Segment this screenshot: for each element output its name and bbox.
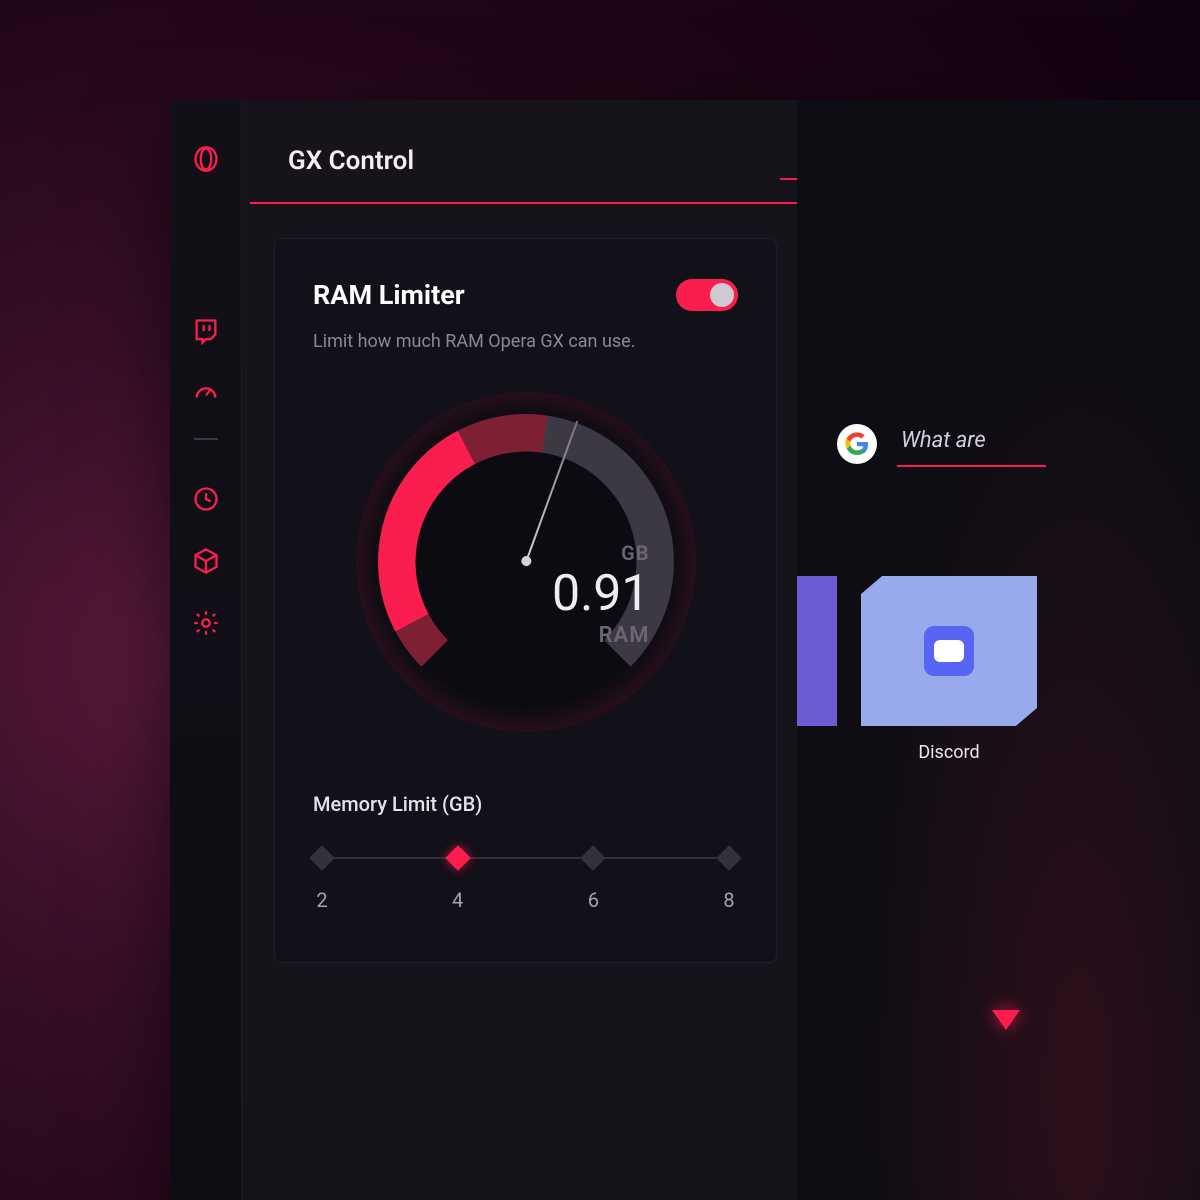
gauge-readout: GB 0.91 RAM <box>552 541 650 648</box>
slider-tick-4[interactable] <box>445 845 470 870</box>
slider-label: 4 <box>449 888 467 912</box>
main-area: GX Control RAM Limiter Limit how much RA… <box>242 100 1200 1200</box>
gear-icon[interactable] <box>170 592 242 654</box>
gauge-label: RAM <box>552 623 650 648</box>
card-description: Limit how much RAM Opera GX can use. <box>313 331 738 352</box>
cursor-indicator-icon <box>992 1010 1020 1030</box>
opera-logo-icon[interactable] <box>170 128 242 190</box>
panel-title: GX Control <box>242 100 797 202</box>
memory-limit-title: Memory Limit (GB) <box>313 792 738 816</box>
card-title: RAM Limiter <box>313 279 465 311</box>
speed-dial-discord[interactable] <box>861 576 1037 726</box>
memory-limit-slider[interactable] <box>313 846 738 870</box>
cube-icon[interactable] <box>170 530 242 592</box>
slider-tick-8[interactable] <box>716 845 741 870</box>
gauge-icon[interactable] <box>170 362 242 424</box>
start-page: What are Discord <box>797 100 1200 1200</box>
gauge-unit: GB <box>552 541 650 565</box>
panel-title-rule <box>250 202 797 204</box>
slider-label: 2 <box>313 888 331 912</box>
slider-label: 6 <box>584 888 602 912</box>
google-icon[interactable] <box>837 424 877 464</box>
app-window: GX Control RAM Limiter Limit how much RA… <box>170 100 1200 1200</box>
toggle-knob <box>710 283 734 307</box>
slider-labels: 2 4 6 8 <box>313 888 738 912</box>
slider-label: 8 <box>720 888 738 912</box>
speed-dial-label: Discord <box>861 742 1037 763</box>
speed-dial-tile[interactable] <box>797 576 837 726</box>
twitch-icon[interactable] <box>170 300 242 362</box>
ram-limiter-card: RAM Limiter Limit how much RAM Opera GX … <box>274 238 777 963</box>
gx-control-panel: GX Control RAM Limiter Limit how much RA… <box>242 100 797 1200</box>
slider-tick-2[interactable] <box>309 845 334 870</box>
sidebar <box>170 100 242 1200</box>
slider-tick-6[interactable] <box>581 845 606 870</box>
ram-limiter-toggle[interactable] <box>676 279 738 311</box>
clock-icon[interactable] <box>170 468 242 530</box>
ram-gauge[interactable]: GB 0.91 RAM <box>356 392 696 732</box>
gauge-value: 0.91 <box>552 569 650 619</box>
discord-icon <box>924 626 974 676</box>
sidebar-separator <box>194 438 218 440</box>
gauge-drag-handle[interactable] <box>444 444 456 456</box>
search-input[interactable]: What are <box>897 420 1046 467</box>
